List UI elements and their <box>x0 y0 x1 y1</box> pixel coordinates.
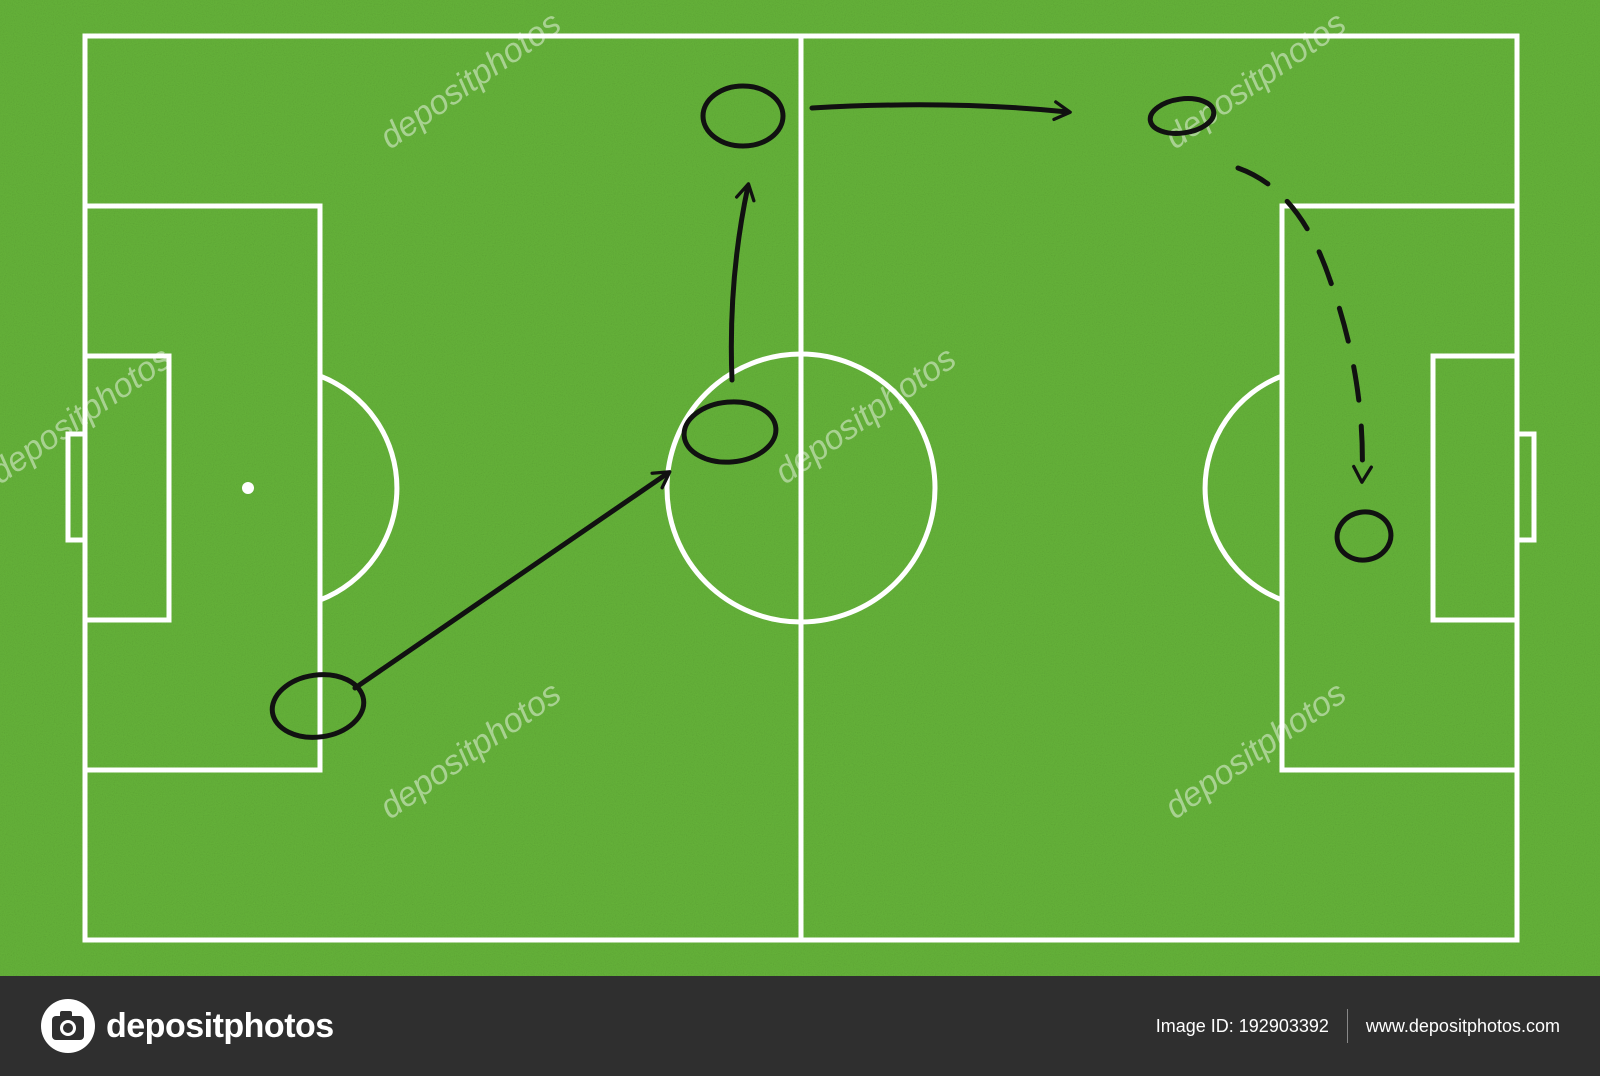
footer-divider <box>1346 1009 1348 1043</box>
brand-logo[interactable]: depositphotos <box>40 998 334 1054</box>
tactics-diagram: depositphotos depositphotos depositphoto… <box>0 0 1600 976</box>
footer-info: Image ID: 192903392 www.depositphotos.co… <box>1156 976 1560 1076</box>
footer-bar: depositphotos Image ID: 192903392 www.de… <box>0 976 1600 1076</box>
site-url-link[interactable]: www.depositphotos.com <box>1366 1016 1560 1037</box>
camera-icon <box>41 999 95 1053</box>
image-id-label: Image ID: 192903392 <box>1155 1015 1329 1036</box>
left-penalty-spot <box>242 482 254 494</box>
football-pitch-area: depositphotos depositphotos depositphoto… <box>0 0 1600 976</box>
brand-name: depositphotos <box>106 1006 334 1045</box>
